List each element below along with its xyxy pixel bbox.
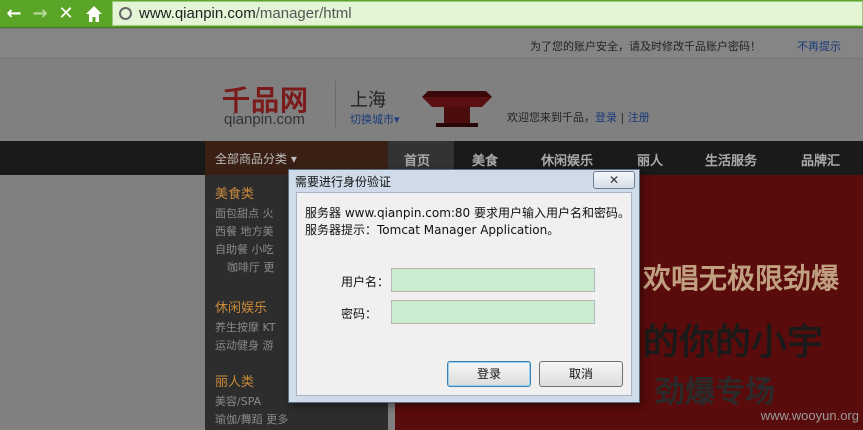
password-label: 密码：	[341, 307, 378, 321]
username-field[interactable]	[391, 268, 595, 292]
nav-item-entertainment[interactable]: 休闲娱乐	[541, 150, 593, 169]
browser-toolbar: ← → ✕ www.qianpin.com/manager/html	[0, 0, 863, 28]
username-input[interactable]	[392, 269, 594, 291]
category-title-entertainment[interactable]: 休闲娱乐	[215, 297, 267, 316]
category-item[interactable]: 美容/SPA	[215, 393, 288, 411]
notice-text: 为了您的账户安全，请及时修改千品账户密码！	[530, 40, 761, 53]
category-item[interactable]: 西餐 地方美	[215, 223, 275, 241]
banner-tagline: 劲爆专场	[655, 375, 775, 410]
globe-icon	[119, 7, 132, 20]
category-title-beauty[interactable]: 丽人类	[215, 371, 254, 390]
nav-item-food[interactable]: 美食	[472, 150, 498, 169]
dialog-message: 服务器 www.qianpin.com:80 要求用户输入用户名和密码。 服务器…	[305, 205, 630, 239]
notice-bar: 为了您的账户安全，请及时修改千品账户密码！ 不再提示	[0, 29, 863, 59]
switch-city-link[interactable]: 切换城市▾	[350, 111, 400, 127]
server-hint-text: 服务器提示：Tomcat Manager Application。	[305, 223, 560, 237]
dismiss-notice-link[interactable]: 不再提示	[797, 38, 841, 54]
category-item[interactable]: 咖啡厅 更	[215, 259, 275, 277]
address-bar[interactable]: www.qianpin.com/manager/html	[112, 1, 863, 26]
welcome-text: 欢迎您来到千品，登录 | 注册	[507, 111, 650, 124]
dialog-body: 服务器 www.qianpin.com:80 要求用户输入用户名和密码。 服务器…	[296, 192, 632, 396]
category-title-food[interactable]: 美食类	[215, 183, 254, 202]
nav-item-life-services[interactable]: 生活服务	[705, 150, 757, 169]
nav-item-home[interactable]: 首页	[404, 150, 430, 169]
stop-close-icon[interactable]: ✕	[54, 2, 78, 26]
back-arrow-icon[interactable]: ←	[2, 2, 26, 26]
category-items-beauty: 美容/SPA 瑜伽/舞蹈 更多	[215, 393, 288, 429]
register-link[interactable]: 注册	[628, 111, 650, 124]
category-item[interactable]: 瑜伽/舞蹈 更多	[215, 411, 288, 429]
category-items-food: 面包甜点 火 西餐 地方美 自助餐 小吃 咖啡厅 更	[215, 205, 275, 277]
nav-item-brands[interactable]: 品牌汇	[801, 150, 840, 169]
login-link[interactable]: 登录	[595, 111, 617, 124]
category-item[interactable]: 面包甜点 火	[215, 205, 275, 223]
category-items-entertainment: 养生按摩 KT 运动健身 游	[215, 319, 276, 355]
header-divider	[335, 81, 336, 127]
site-logo-domain: qianpin.com	[224, 111, 305, 128]
password-field[interactable]	[391, 300, 595, 324]
nav-item-beauty[interactable]: 丽人	[637, 150, 663, 169]
banner-headline: 欢唱无极限劲爆	[643, 262, 840, 295]
china-pavilion-image	[422, 91, 492, 127]
url-text: www.qianpin.com/manager/html	[139, 5, 352, 22]
banner-subline: 的你的小宇	[643, 322, 824, 363]
username-label: 用户名：	[341, 275, 390, 289]
watermark: www.wooyun.org	[760, 408, 859, 423]
password-input[interactable]	[392, 301, 594, 323]
home-icon[interactable]	[82, 2, 106, 26]
close-icon[interactable]: ✕	[593, 171, 635, 189]
server-request-text: 服务器 www.qianpin.com:80 要求用户输入用户名和密码。	[305, 206, 631, 220]
cancel-button[interactable]: 取消	[539, 361, 623, 387]
category-item[interactable]: 自助餐 小吃	[215, 241, 275, 259]
login-button[interactable]: 登录	[447, 361, 531, 387]
category-item[interactable]: 养生按摩 KT	[215, 319, 276, 337]
dialog-title: 需要进行身份验证	[295, 175, 392, 189]
forward-arrow-icon[interactable]: →	[28, 2, 52, 26]
current-city: 上海	[350, 90, 386, 111]
auth-dialog: 需要进行身份验证 ✕ 服务器 www.qianpin.com:80 要求用户输入…	[288, 169, 640, 403]
category-item[interactable]: 运动健身 游	[215, 337, 276, 355]
